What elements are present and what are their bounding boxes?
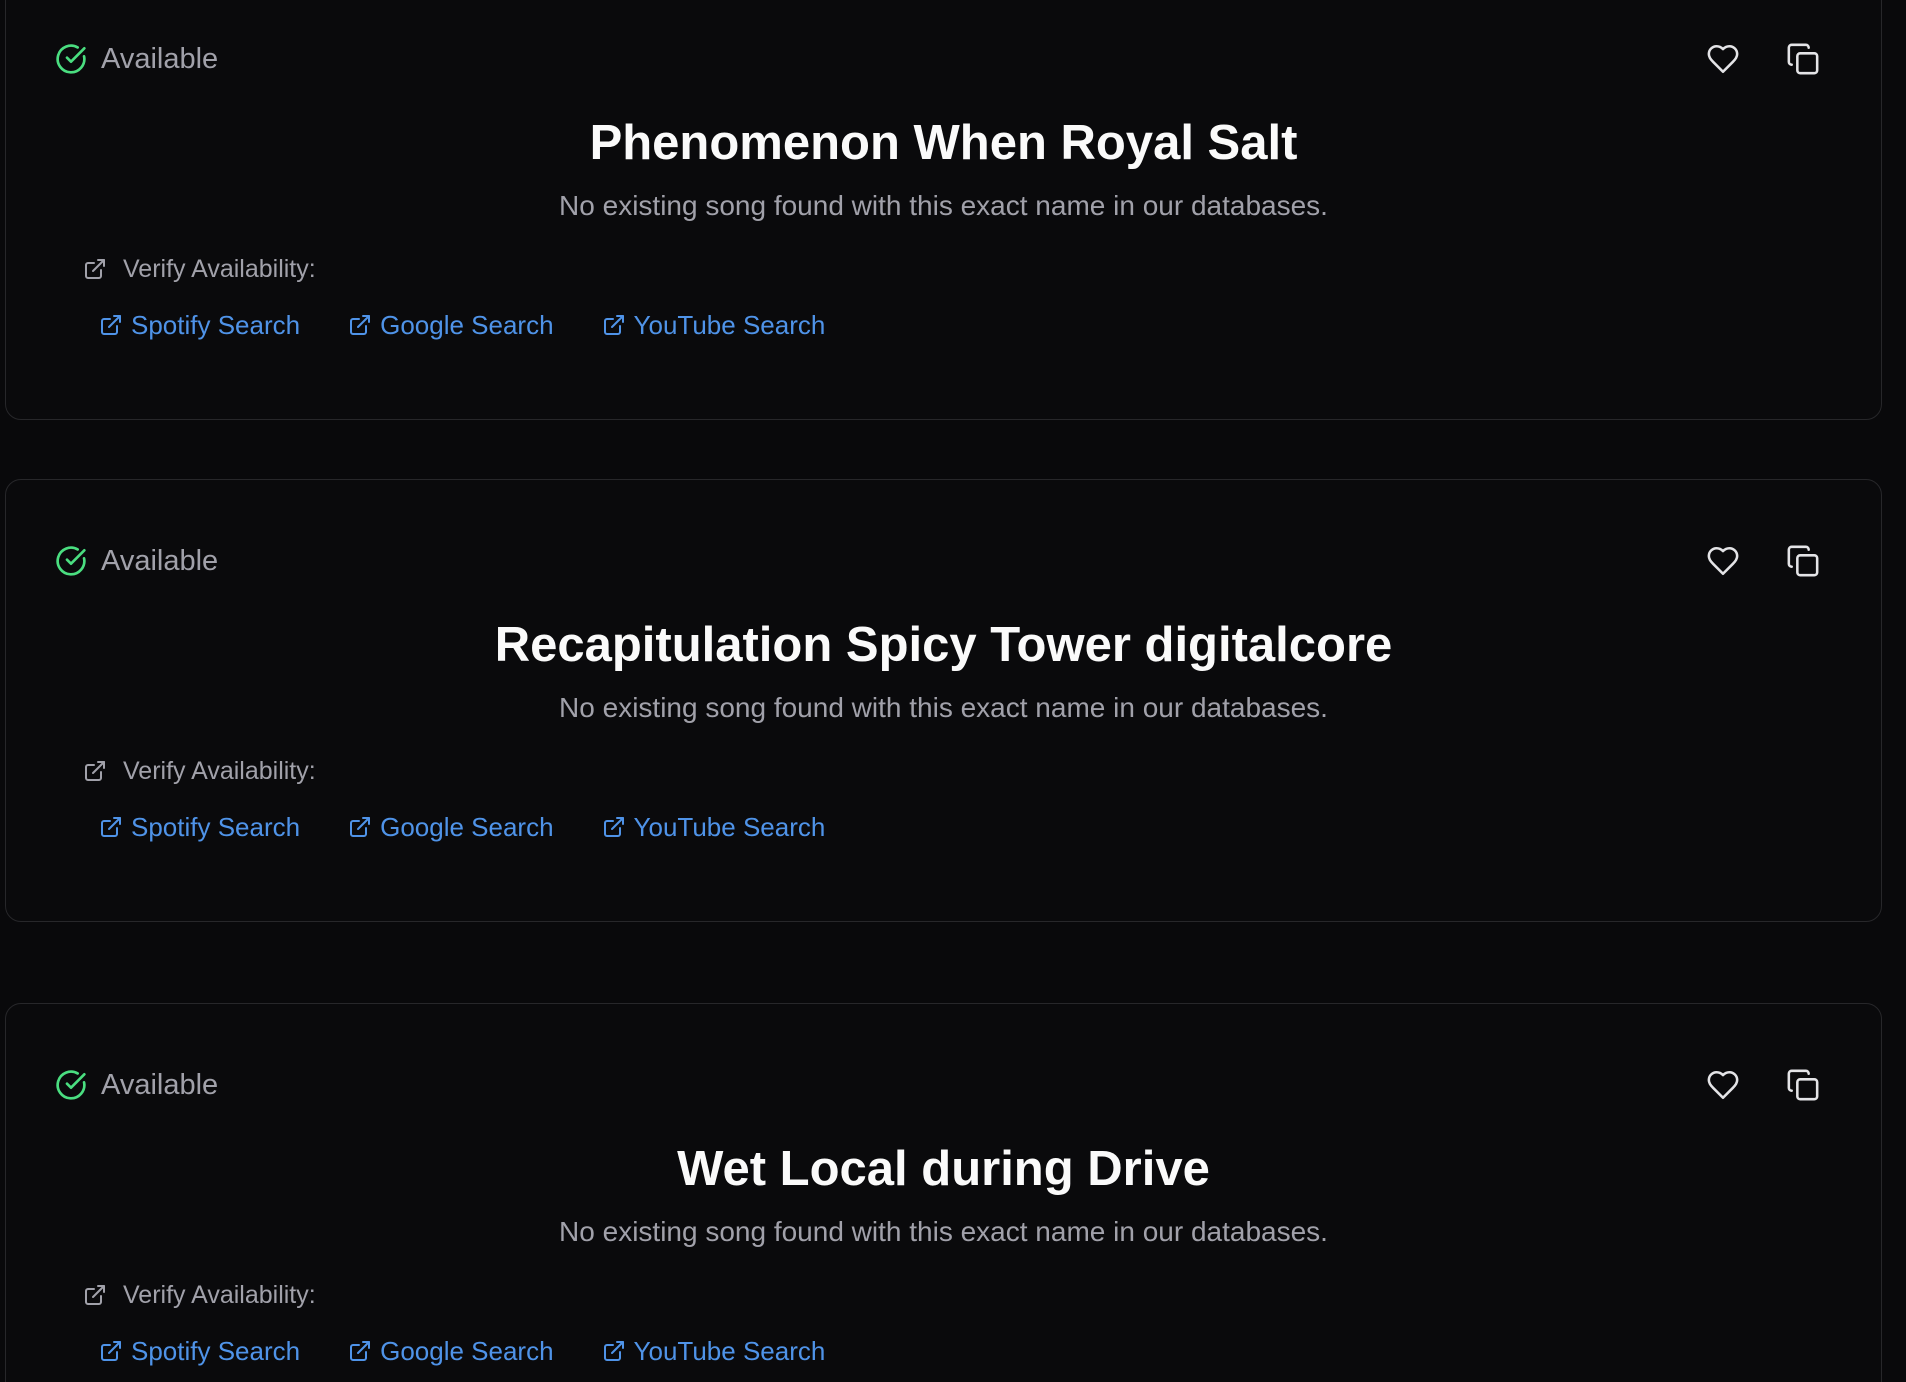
favorite-button[interactable] (1705, 1067, 1741, 1103)
copy-button[interactable] (1785, 1067, 1821, 1103)
google-search-link[interactable]: Google Search (348, 309, 554, 341)
song-description: No existing song found with this exact n… (559, 190, 1328, 221)
link-label: Google Search (380, 1336, 554, 1366)
card-actions (1705, 543, 1821, 579)
verify-label: Verify Availability: (123, 1281, 316, 1309)
song-title: Wet Local during Drive (677, 1142, 1210, 1196)
status-label: Available (101, 1069, 219, 1101)
favorite-button[interactable] (1705, 41, 1741, 77)
search-links: Spotify Search Google Search YouTube Sea… (99, 1335, 825, 1367)
song-result-card: Available Recapitulation Spicy Tower dig… (5, 479, 1882, 922)
external-link-icon (603, 315, 624, 335)
link-label: YouTube Search (633, 1336, 826, 1366)
external-link-icon (101, 817, 121, 837)
song-description: No existing song found with this exact n… (559, 1216, 1328, 1247)
card-actions (1705, 1067, 1821, 1103)
external-link-icon (101, 315, 121, 335)
external-link-icon (603, 1341, 624, 1361)
youtube-search-link[interactable]: YouTube Search (602, 811, 826, 843)
verify-availability: Verify Availability: (83, 756, 316, 786)
search-links: Spotify Search Google Search YouTube Sea… (99, 811, 825, 843)
song-result-list: Available Phenomenon When Royal Salt No … (0, 0, 1906, 1382)
link-label: Spotify Search (131, 1336, 301, 1366)
spotify-search-link[interactable]: Spotify Search (99, 309, 300, 341)
link-label: YouTube Search (633, 812, 826, 842)
external-link-icon (85, 1285, 105, 1305)
status-badge: Available (55, 545, 218, 577)
google-search-link[interactable]: Google Search (348, 1335, 554, 1367)
copy-button[interactable] (1785, 543, 1821, 579)
search-links: Spotify Search Google Search YouTube Sea… (99, 309, 825, 341)
spotify-search-link[interactable]: Spotify Search (99, 1335, 300, 1367)
youtube-search-link[interactable]: YouTube Search (602, 1335, 826, 1367)
verify-availability: Verify Availability: (83, 1280, 316, 1310)
external-link-icon (85, 761, 105, 781)
check-circle-icon (56, 546, 86, 576)
song-result-card: Available Phenomenon When Royal Salt No … (5, 0, 1882, 420)
copy-button[interactable] (1785, 41, 1821, 77)
check-circle-icon (56, 44, 86, 74)
link-label: YouTube Search (633, 310, 826, 340)
copy-icon (1787, 1069, 1819, 1101)
song-description: No existing song found with this exact n… (559, 692, 1328, 723)
heart-icon (1707, 44, 1739, 74)
link-label: Google Search (380, 812, 554, 842)
link-label: Spotify Search (131, 812, 301, 842)
external-link-icon (603, 817, 624, 837)
check-circle-icon (56, 1070, 86, 1100)
spotify-search-link[interactable]: Spotify Search (99, 811, 300, 843)
youtube-search-link[interactable]: YouTube Search (602, 309, 826, 341)
heart-icon (1707, 546, 1739, 576)
status-label: Available (101, 43, 219, 75)
card-actions (1705, 41, 1821, 77)
copy-icon (1787, 43, 1819, 75)
status-label: Available (101, 545, 219, 577)
external-link-icon (85, 259, 105, 279)
verify-availability: Verify Availability: (83, 254, 316, 284)
heart-icon (1707, 1070, 1739, 1100)
status-badge: Available (55, 43, 218, 75)
google-search-link[interactable]: Google Search (348, 811, 554, 843)
external-link-icon (350, 1341, 371, 1361)
verify-label: Verify Availability: (123, 255, 316, 283)
song-title: Recapitulation Spicy Tower digitalcore (494, 618, 1393, 672)
link-label: Google Search (380, 310, 554, 340)
copy-icon (1787, 545, 1819, 577)
song-result-card: Available Wet Local during Drive No exis… (5, 1003, 1882, 1382)
external-link-icon (350, 315, 371, 335)
song-title: Phenomenon When Royal Salt (589, 116, 1298, 170)
status-badge: Available (55, 1069, 218, 1101)
external-link-icon (101, 1341, 121, 1361)
external-link-icon (350, 817, 371, 837)
favorite-button[interactable] (1705, 543, 1741, 579)
verify-label: Verify Availability: (123, 757, 316, 785)
link-label: Spotify Search (131, 310, 301, 340)
